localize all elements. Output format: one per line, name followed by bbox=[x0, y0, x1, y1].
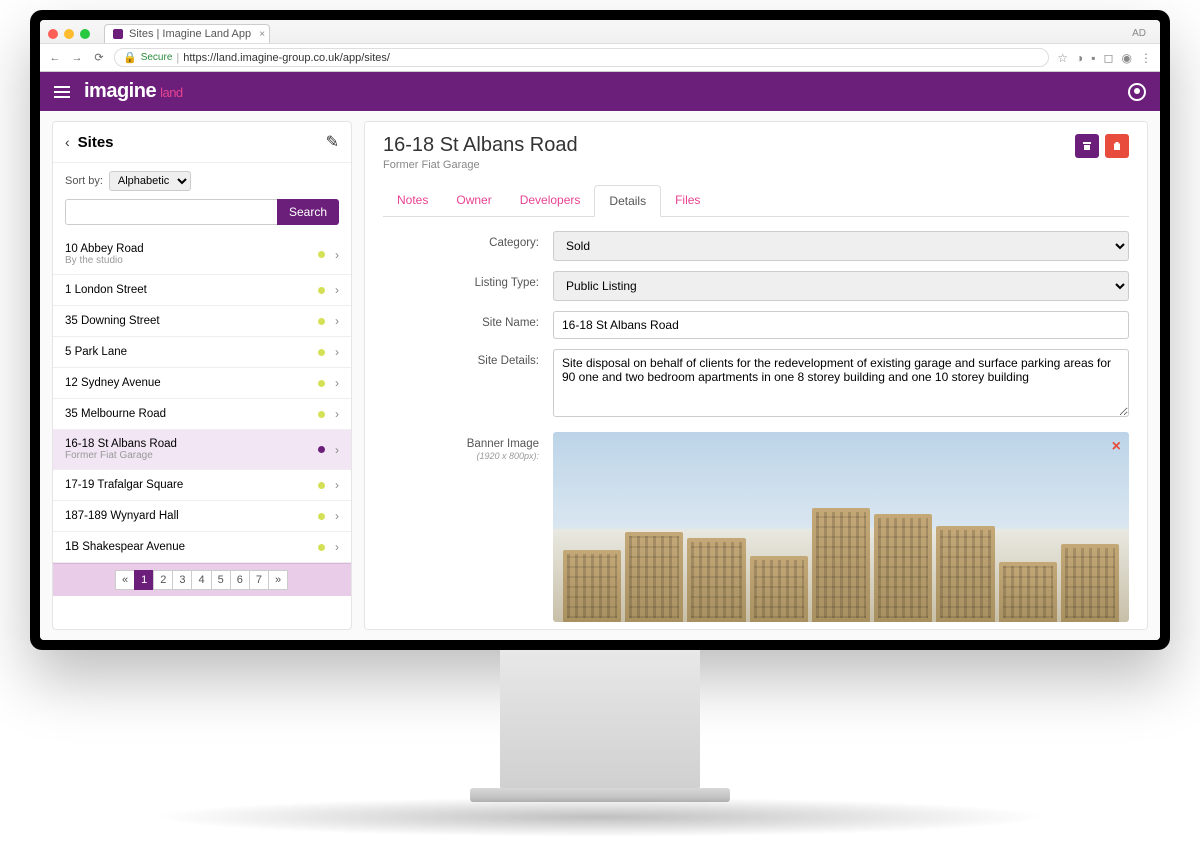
brand-logo[interactable]: imagineland bbox=[84, 80, 183, 103]
delete-button[interactable] bbox=[1105, 134, 1129, 158]
maximize-window-icon[interactable] bbox=[80, 29, 90, 39]
page-link[interactable]: 1 bbox=[134, 570, 154, 590]
tab-owner[interactable]: Owner bbox=[442, 185, 505, 216]
page-link[interactable]: » bbox=[268, 570, 288, 590]
secure-label: Secure bbox=[141, 52, 173, 63]
reload-icon[interactable]: ⟳ bbox=[92, 51, 106, 64]
status-dot-icon bbox=[318, 482, 325, 489]
status-dot-icon bbox=[318, 380, 325, 387]
banner-label: Banner Image (1920 x 800px): bbox=[383, 432, 553, 622]
page-link[interactable]: 4 bbox=[191, 570, 211, 590]
status-dot-icon bbox=[318, 251, 325, 258]
site-item[interactable]: 1B Shakespear Avenue› bbox=[53, 532, 351, 563]
menu-dots-icon[interactable]: ⋮ bbox=[1140, 51, 1152, 65]
main-panel: 16-18 St Albans Road Former Fiat Garage bbox=[364, 121, 1148, 630]
site-item[interactable]: 5 Park Lane› bbox=[53, 337, 351, 368]
sitename-label: Site Name: bbox=[383, 311, 553, 339]
tab-title: Sites | Imagine Land App bbox=[129, 28, 251, 40]
page-link[interactable]: 7 bbox=[249, 570, 269, 590]
page-link[interactable]: 2 bbox=[153, 570, 173, 590]
archive-button[interactable] bbox=[1075, 134, 1099, 158]
status-dot-icon bbox=[318, 544, 325, 551]
hamburger-icon[interactable] bbox=[54, 83, 70, 101]
status-dot-icon bbox=[318, 411, 325, 418]
site-item[interactable]: 16-18 St Albans RoadFormer Fiat Garage› bbox=[53, 430, 351, 470]
site-item[interactable]: 12 Sydney Avenue› bbox=[53, 368, 351, 399]
extension-icon-2[interactable]: ▪ bbox=[1091, 51, 1095, 65]
page-link[interactable]: 3 bbox=[172, 570, 192, 590]
search-button[interactable]: Search bbox=[277, 199, 339, 225]
window-traffic-lights[interactable] bbox=[48, 29, 90, 39]
back-chevron-icon[interactable]: ‹ bbox=[65, 134, 70, 150]
back-icon[interactable]: ← bbox=[48, 52, 62, 64]
remove-banner-icon[interactable]: × bbox=[1112, 438, 1121, 456]
app-header: imagineland bbox=[40, 72, 1160, 111]
sitename-input[interactable] bbox=[553, 311, 1129, 339]
extension-icon-4[interactable]: ◉ bbox=[1122, 51, 1132, 65]
status-dot-icon bbox=[318, 318, 325, 325]
chevron-right-icon: › bbox=[335, 283, 339, 297]
extension-icon-3[interactable]: ◻ bbox=[1104, 51, 1114, 65]
sidebar-title: Sites bbox=[78, 134, 318, 151]
page-link[interactable]: « bbox=[115, 570, 135, 590]
site-item[interactable]: 10 Abbey RoadBy the studio› bbox=[53, 235, 351, 275]
details-textarea[interactable]: Site disposal on behalf of clients for t… bbox=[553, 349, 1129, 417]
chevron-right-icon: › bbox=[335, 376, 339, 390]
banner-image: × bbox=[553, 432, 1129, 622]
chevron-right-icon: › bbox=[335, 248, 339, 262]
address-bar[interactable]: 🔒 Secure | https://land.imagine-group.co… bbox=[114, 48, 1049, 67]
tab-favicon bbox=[113, 29, 123, 39]
page-subtitle: Former Fiat Garage bbox=[383, 159, 578, 171]
sort-label: Sort by: bbox=[65, 175, 103, 187]
close-tab-icon[interactable]: × bbox=[259, 29, 265, 40]
details-label: Site Details: bbox=[383, 349, 553, 422]
status-dot-icon bbox=[318, 513, 325, 520]
chevron-right-icon: › bbox=[335, 540, 339, 554]
chevron-right-icon: › bbox=[335, 314, 339, 328]
url-text: https://land.imagine-group.co.uk/app/sit… bbox=[183, 52, 390, 64]
listing-select[interactable]: Public Listing bbox=[553, 271, 1129, 301]
chevron-right-icon: › bbox=[335, 443, 339, 457]
user-avatar-icon[interactable] bbox=[1128, 83, 1146, 101]
category-select[interactable]: Sold bbox=[553, 231, 1129, 261]
browser-chrome: Sites | Imagine Land App × AD ← → ⟳ 🔒 Se… bbox=[40, 20, 1160, 72]
chevron-right-icon: › bbox=[335, 407, 339, 421]
site-item[interactable]: 1 London Street› bbox=[53, 275, 351, 306]
ad-label: AD bbox=[1132, 28, 1152, 39]
tab-notes[interactable]: Notes bbox=[383, 185, 442, 216]
pagination: «1234567» bbox=[53, 563, 351, 596]
site-item[interactable]: 187-189 Wynyard Hall› bbox=[53, 501, 351, 532]
page-title: 16-18 St Albans Road bbox=[383, 134, 578, 157]
forward-icon[interactable]: → bbox=[70, 52, 84, 64]
browser-tab[interactable]: Sites | Imagine Land App × bbox=[104, 24, 270, 43]
sort-select[interactable]: Alphabetic bbox=[109, 171, 191, 191]
status-dot-icon bbox=[318, 349, 325, 356]
sites-sidebar: ‹ Sites ✎ Sort by: Alphabetic Search bbox=[52, 121, 352, 630]
extension-icon[interactable]: ◑ bbox=[1076, 51, 1083, 65]
tab-files[interactable]: Files bbox=[661, 185, 714, 216]
page-link[interactable]: 5 bbox=[211, 570, 231, 590]
site-list: 10 Abbey RoadBy the studio›1 London Stre… bbox=[53, 235, 351, 563]
star-icon[interactable]: ☆ bbox=[1057, 51, 1068, 65]
status-dot-icon bbox=[318, 446, 325, 453]
site-item[interactable]: 35 Melbourne Road› bbox=[53, 399, 351, 430]
chevron-right-icon: › bbox=[335, 345, 339, 359]
chevron-right-icon: › bbox=[335, 509, 339, 523]
detail-tabs: NotesOwnerDevelopersDetailsFiles bbox=[383, 185, 1129, 217]
search-input[interactable] bbox=[65, 199, 277, 225]
site-item[interactable]: 17-19 Trafalgar Square› bbox=[53, 470, 351, 501]
chevron-right-icon: › bbox=[335, 478, 339, 492]
tab-details[interactable]: Details bbox=[594, 185, 661, 217]
lock-icon: 🔒 bbox=[123, 51, 137, 64]
edit-icon[interactable]: ✎ bbox=[326, 132, 339, 152]
listing-label: Listing Type: bbox=[383, 271, 553, 301]
site-item[interactable]: 35 Downing Street› bbox=[53, 306, 351, 337]
status-dot-icon bbox=[318, 287, 325, 294]
category-label: Category: bbox=[383, 231, 553, 261]
close-window-icon[interactable] bbox=[48, 29, 58, 39]
minimize-window-icon[interactable] bbox=[64, 29, 74, 39]
page-link[interactable]: 6 bbox=[230, 570, 250, 590]
tab-developers[interactable]: Developers bbox=[506, 185, 595, 216]
